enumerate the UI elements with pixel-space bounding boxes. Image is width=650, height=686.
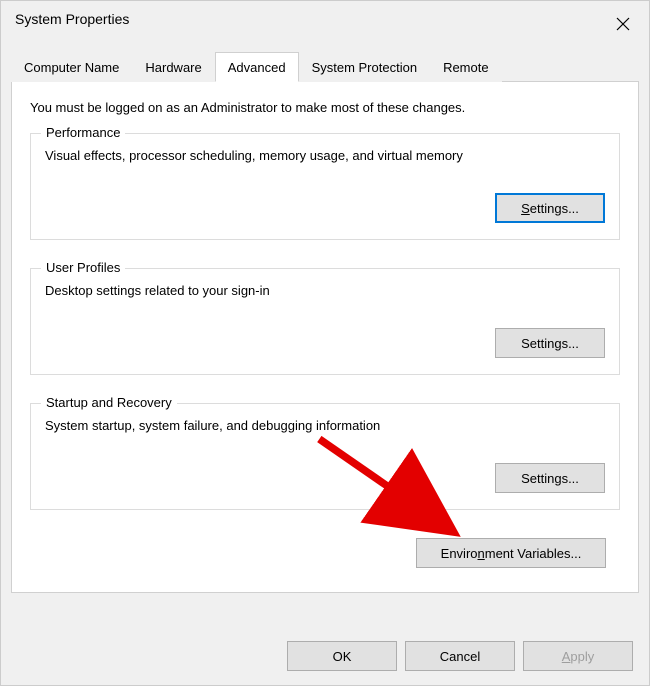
startup-recovery-settings-button[interactable]: Settings... [495, 463, 605, 493]
user-profiles-legend: User Profiles [41, 260, 125, 275]
close-icon [616, 17, 630, 31]
titlebar: System Properties [1, 1, 649, 51]
window-title: System Properties [15, 9, 129, 27]
tab-computer-name[interactable]: Computer Name [11, 52, 132, 82]
performance-legend: Performance [41, 125, 125, 140]
performance-settings-button[interactable]: Settings... [495, 193, 605, 223]
user-profiles-settings-button[interactable]: Settings... [495, 328, 605, 358]
performance-desc: Visual effects, processor scheduling, me… [45, 148, 605, 163]
startup-recovery-desc: System startup, system failure, and debu… [45, 418, 605, 433]
system-properties-dialog: System Properties Computer Name Hardware… [0, 0, 650, 686]
startup-recovery-legend: Startup and Recovery [41, 395, 177, 410]
close-button[interactable] [605, 9, 641, 39]
dialog-buttons: OK Cancel Apply [287, 641, 633, 671]
cancel-button[interactable]: Cancel [405, 641, 515, 671]
tab-hardware[interactable]: Hardware [132, 52, 214, 82]
apply-button[interactable]: Apply [523, 641, 633, 671]
advanced-tab-panel: You must be logged on as an Administrato… [11, 82, 639, 593]
tabs-wrap: Computer Name Hardware Advanced System P… [1, 51, 649, 593]
environment-variables-button[interactable]: Environment Variables... [416, 538, 606, 568]
performance-group: Performance Visual effects, processor sc… [30, 133, 620, 240]
user-profiles-desc: Desktop settings related to your sign-in [45, 283, 605, 298]
ok-button[interactable]: OK [287, 641, 397, 671]
tab-advanced[interactable]: Advanced [215, 52, 299, 82]
tab-strip: Computer Name Hardware Advanced System P… [11, 51, 639, 82]
tab-remote[interactable]: Remote [430, 52, 502, 82]
startup-recovery-group: Startup and Recovery System startup, sys… [30, 403, 620, 510]
tab-system-protection[interactable]: System Protection [299, 52, 431, 82]
user-profiles-group: User Profiles Desktop settings related t… [30, 268, 620, 375]
intro-text: You must be logged on as an Administrato… [30, 100, 620, 115]
